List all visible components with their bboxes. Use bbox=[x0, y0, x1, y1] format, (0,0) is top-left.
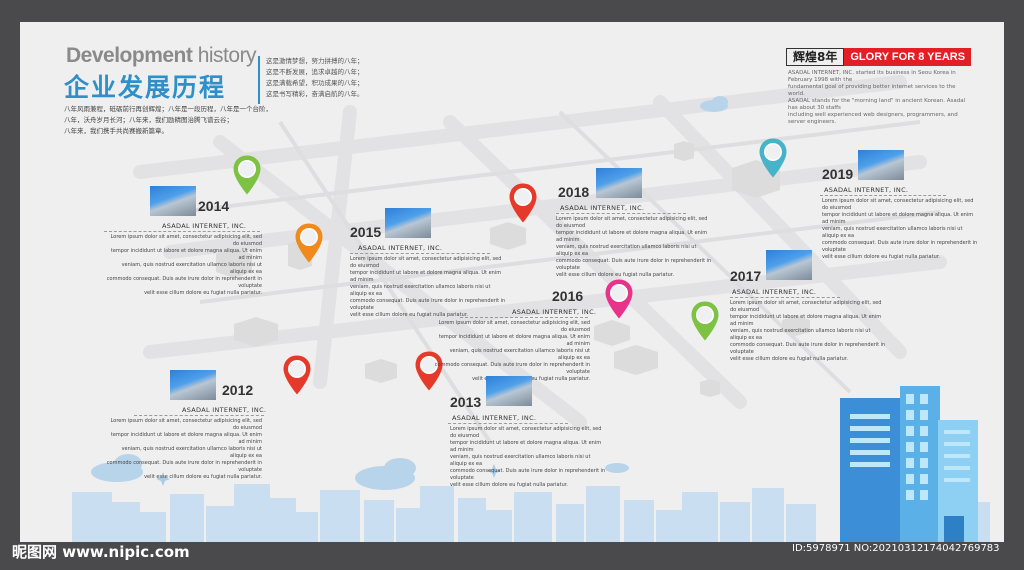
divider bbox=[104, 231, 260, 233]
watermark-left: 昵图网 www.nipic.com bbox=[12, 543, 190, 561]
milestone-company: ASADAL INTERNET, INC. bbox=[512, 308, 597, 316]
milestone-text: Lorem ipsum dolor sit amet, consectetur … bbox=[556, 216, 712, 278]
milestone-year: 2017 bbox=[730, 268, 762, 284]
timeline-board: Development history 企业发展历程 八年风雨兼程，砥砺前行再创… bbox=[20, 22, 1004, 542]
milestone-company: ASADAL INTERNET, INC. bbox=[162, 222, 247, 230]
milestone-company: ASADAL INTERNET, INC. bbox=[182, 406, 267, 414]
divider bbox=[460, 317, 588, 319]
milestone-text: Lorem ipsum dolor sit amet, consectetur … bbox=[822, 198, 978, 260]
milestone-company: ASADAL INTERNET, INC. bbox=[732, 288, 817, 296]
milestone-photo bbox=[766, 250, 812, 280]
divider bbox=[820, 195, 946, 197]
milestone-text: Lorem ipsum dolor sit amet, consectetur … bbox=[450, 426, 606, 488]
milestone-year: 2013 bbox=[450, 394, 482, 410]
pin-2017-icon[interactable] bbox=[691, 301, 719, 341]
pin-2019-icon[interactable] bbox=[759, 138, 787, 178]
milestone-company: ASADAL INTERNET, INC. bbox=[452, 414, 537, 422]
milestone-year: 2016 bbox=[552, 288, 584, 304]
milestone-text: Lorem ipsum dolor sit amet, consectetur … bbox=[730, 300, 886, 362]
divider bbox=[134, 415, 264, 417]
milestone-photo bbox=[858, 150, 904, 180]
milestone-text: Lorem ipsum dolor sit amet, consectetur … bbox=[434, 320, 590, 382]
milestone-text: Lorem ipsum dolor sit amet, consectetur … bbox=[350, 256, 506, 318]
milestone-photo bbox=[486, 376, 532, 406]
watermark-right: ID:5978971 NO:20210312174042769783 bbox=[792, 543, 1000, 554]
pin-2015-icon[interactable] bbox=[295, 223, 323, 263]
milestone-photo bbox=[150, 186, 196, 216]
milestone-text: Lorem ipsum dolor sit amet, consectetur … bbox=[106, 418, 262, 480]
milestone-year: 2018 bbox=[558, 184, 590, 200]
milestone-photo bbox=[170, 370, 216, 400]
divider bbox=[556, 213, 686, 215]
milestone-company: ASADAL INTERNET, INC. bbox=[560, 204, 645, 212]
milestone-company: ASADAL INTERNET, INC. bbox=[358, 244, 443, 252]
pin-2018-icon[interactable] bbox=[509, 183, 537, 223]
milestone-year: 2015 bbox=[350, 224, 382, 240]
milestone-year: 2019 bbox=[822, 166, 854, 182]
milestone-year: 2012 bbox=[222, 382, 254, 398]
divider bbox=[730, 297, 840, 299]
pin-2014-icon[interactable] bbox=[233, 155, 261, 195]
milestone-company: ASADAL INTERNET, INC. bbox=[824, 186, 909, 194]
pin-2016-icon[interactable] bbox=[605, 279, 633, 319]
divider bbox=[350, 253, 490, 255]
pin-2012-icon[interactable] bbox=[283, 355, 311, 395]
milestone-photo bbox=[385, 208, 431, 238]
divider bbox=[448, 423, 568, 425]
milestone-photo bbox=[596, 168, 642, 198]
milestone-year: 2014 bbox=[198, 198, 230, 214]
milestone-text: Lorem ipsum dolor sit amet, consectetur … bbox=[106, 234, 262, 296]
